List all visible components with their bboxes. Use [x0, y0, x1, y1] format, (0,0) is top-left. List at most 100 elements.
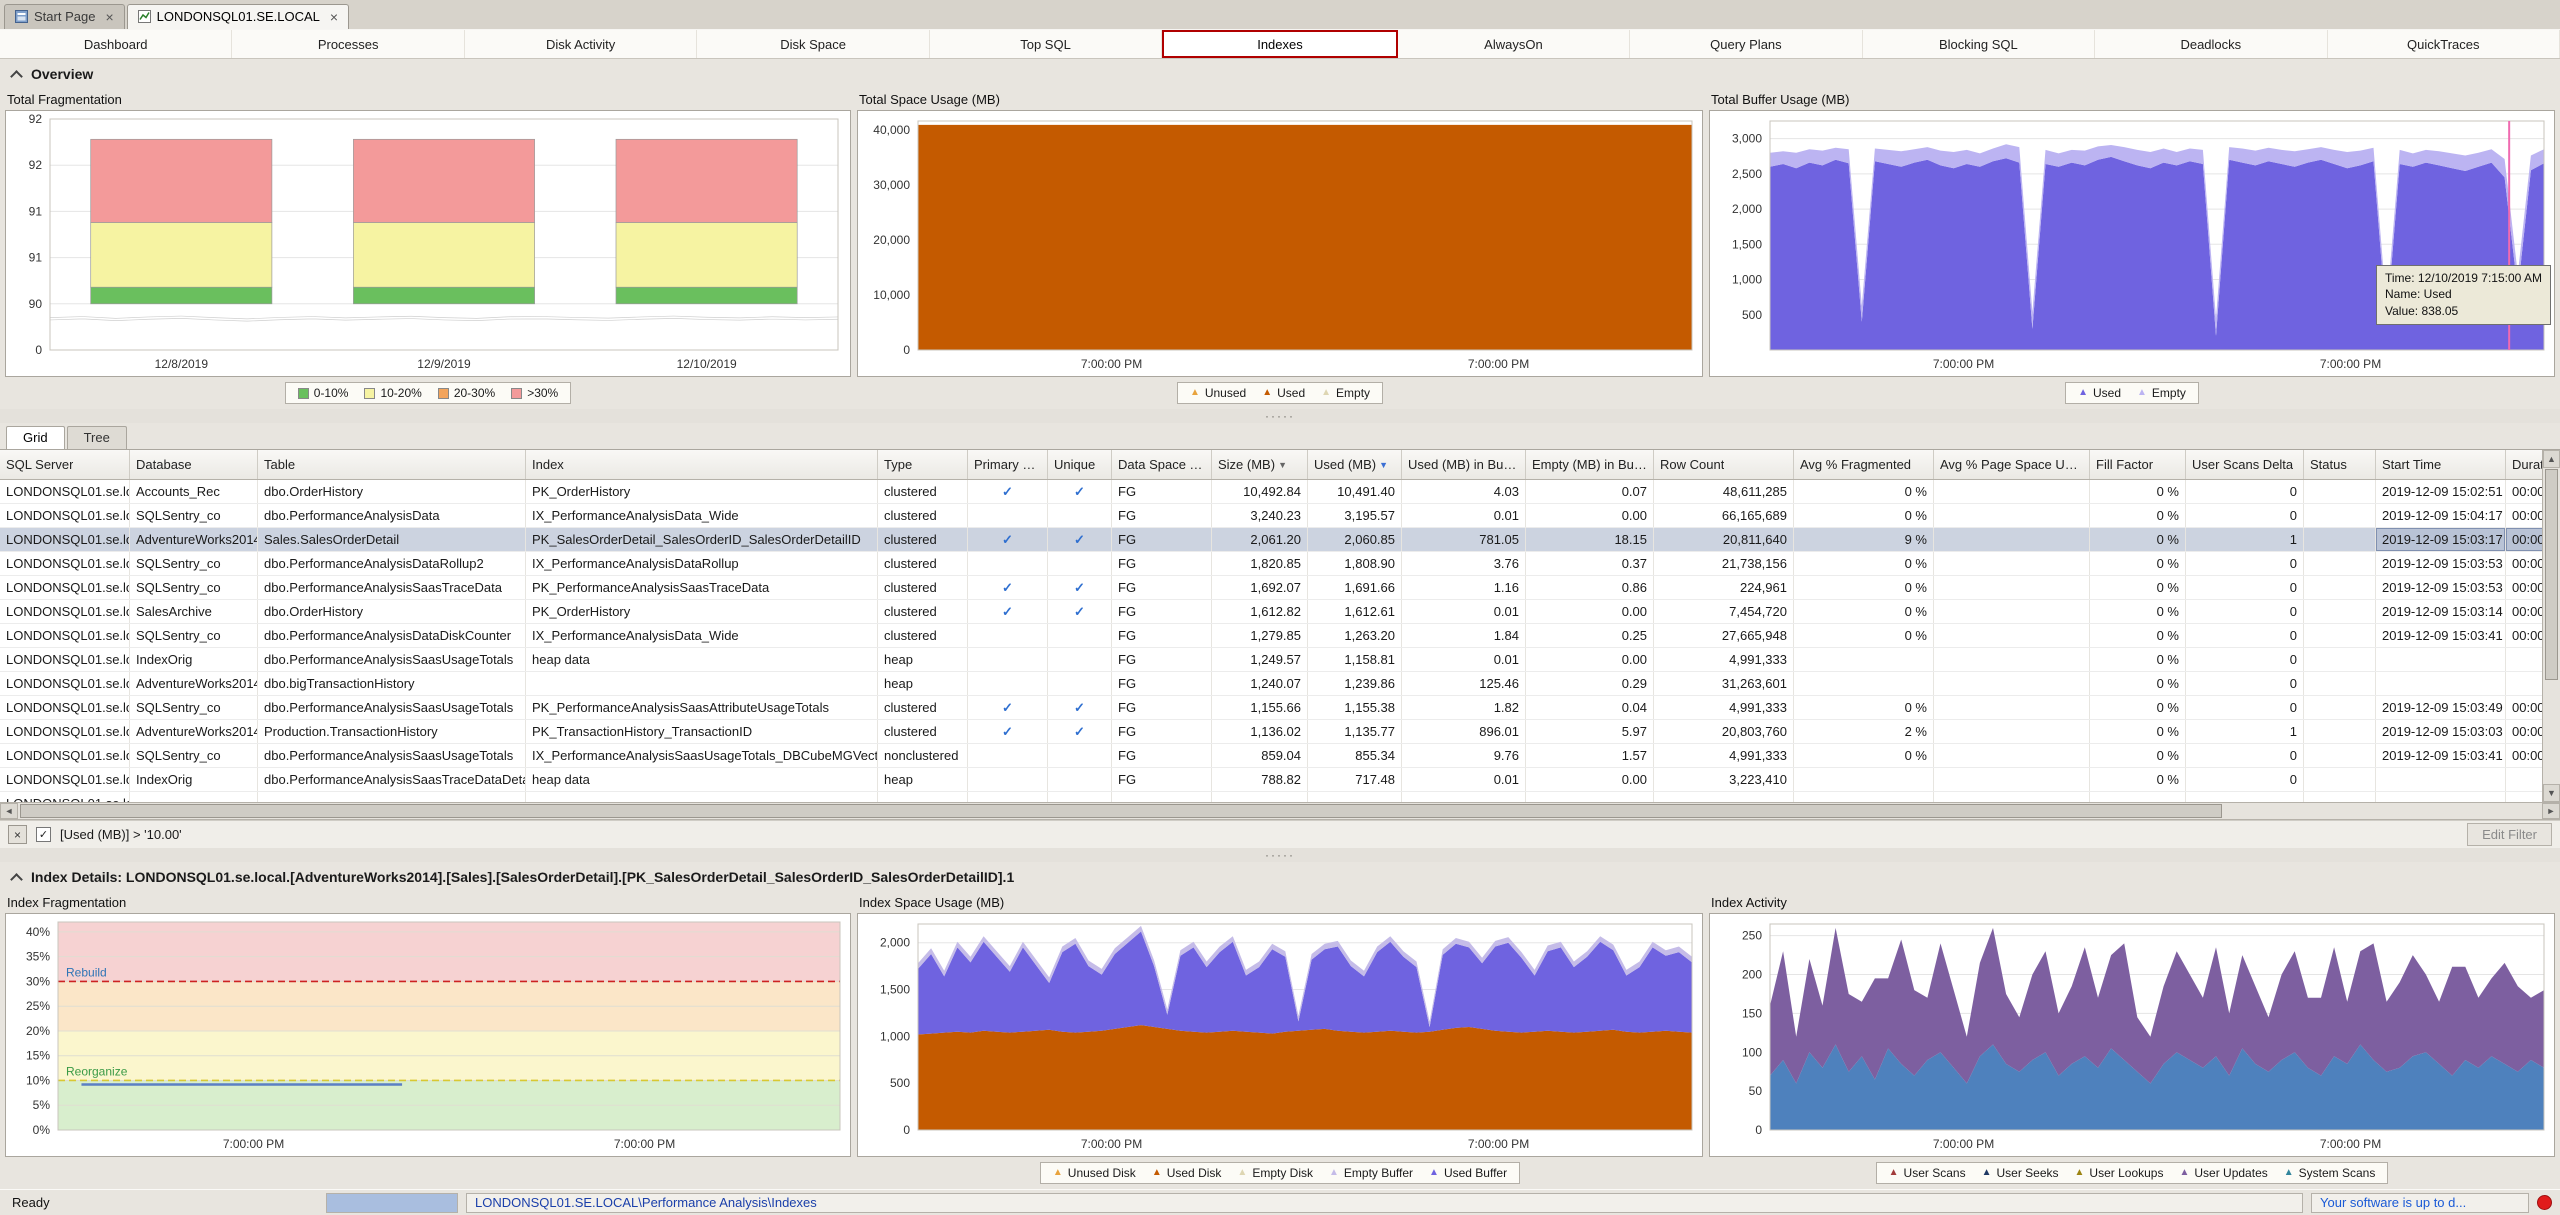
cell-database: AdventureWorks2014	[130, 720, 258, 743]
svg-text:1,000: 1,000	[1732, 273, 1762, 287]
col-header-unique[interactable]: Unique	[1048, 450, 1112, 479]
cell-table: dbo.bigTransactionHistory	[258, 672, 526, 695]
cell-index: IX_PerformanceAnalysisData_Wide	[526, 624, 878, 647]
col-header-start[interactable]: Start Time	[2376, 450, 2506, 479]
tab-close-icon[interactable]: ×	[330, 10, 338, 24]
vertical-scrollbar[interactable]: ▲ ▼	[2542, 450, 2560, 802]
table-row[interactable]: LONDONSQL01.se.localSQLSentry_codbo.Perf…	[0, 504, 2542, 528]
tab-grid[interactable]: Grid	[6, 426, 65, 449]
nav-item-deadlocks[interactable]: Deadlocks	[2095, 30, 2327, 58]
cell-scans: 0	[2186, 600, 2304, 623]
table-row[interactable]: LONDONSQL01.se.localAccounts_Recdbo.Orde…	[0, 480, 2542, 504]
doc-tab-start-page[interactable]: Start Page×	[4, 4, 125, 29]
splitter-handle[interactable]: ·····	[0, 409, 2560, 423]
index-space-chart[interactable]: 05001,0001,5002,0007:00:00 PM7:00:00 PM	[857, 913, 1703, 1157]
chart-legend: ▲Unused▲Used▲Empty	[857, 380, 1703, 406]
nav-item-processes[interactable]: Processes	[232, 30, 464, 58]
col-header-size[interactable]: Size (MB)▼	[1212, 450, 1308, 479]
col-header-dst[interactable]: Data Space Type	[1112, 450, 1212, 479]
tab-tree[interactable]: Tree	[67, 426, 127, 449]
table-row[interactable]: LONDONSQL01.se.localAdventureWorks2014Pr…	[0, 720, 2542, 744]
cell-status	[2304, 720, 2376, 743]
collapse-chevron-icon[interactable]	[10, 873, 23, 886]
col-header-avg_page[interactable]: Avg % Page Space Used	[1934, 450, 2090, 479]
col-header-pk[interactable]: Primary Key	[968, 450, 1048, 479]
col-header-empty_buf[interactable]: Empty (MB) in Buffer	[1526, 450, 1654, 479]
table-row[interactable]: LONDONSQL01.se.localSQLSentry_codbo.Perf…	[0, 552, 2542, 576]
table-row[interactable]: LONDONSQL01.se.localSQLSentry_codbo.Perf…	[0, 696, 2542, 720]
svg-text:7:00:00 PM: 7:00:00 PM	[1933, 357, 1994, 371]
hscroll-thumb[interactable]	[20, 804, 2222, 818]
chart-title: Index Space Usage (MB)	[857, 894, 1703, 913]
col-header-row_count[interactable]: Row Count	[1654, 450, 1794, 479]
nav-item-top-sql[interactable]: Top SQL	[930, 30, 1162, 58]
col-header-duration[interactable]: Duration	[2506, 450, 2542, 479]
nav-item-alwayson[interactable]: AlwaysOn	[1398, 30, 1630, 58]
cell-unique: ✓	[1048, 720, 1112, 743]
table-row[interactable]: LONDONSQL01.se.localAdventureWorks2014db…	[0, 672, 2542, 696]
cell-start: 2019-12-09 15:02:51	[2376, 480, 2506, 503]
col-header-fill[interactable]: Fill Factor	[2090, 450, 2186, 479]
scroll-right-icon[interactable]: ►	[2542, 803, 2560, 819]
table-row[interactable]: LONDONSQL01.se.localSQLSentry_codbo.Perf…	[0, 624, 2542, 648]
edit-filter-button[interactable]: Edit Filter	[2467, 823, 2552, 846]
table-row[interactable]: LONDONSQL01.se.localSQLSentry_codbo.Perf…	[0, 744, 2542, 768]
scroll-down-icon[interactable]: ▼	[2543, 784, 2560, 802]
nav-item-query-plans[interactable]: Query Plans	[1630, 30, 1862, 58]
filter-checkbox[interactable]: ✓	[36, 827, 51, 842]
vscroll-thumb[interactable]	[2545, 469, 2558, 680]
total-buffer-chart[interactable]: 5001,0001,5002,0002,5003,0007:00:00 PM7:…	[1709, 110, 2555, 377]
doc-tab-server[interactable]: LONDONSQL01.SE.LOCAL×	[127, 4, 349, 29]
col-header-used[interactable]: Used (MB)▼	[1308, 450, 1402, 479]
alert-indicator-icon[interactable]	[2537, 1195, 2552, 1210]
cell-used_buf: 125.46	[1402, 672, 1526, 695]
cell-used_buf: 0.01	[1402, 768, 1526, 791]
table-row[interactable]: LONDONSQL01.se.localSalesArchivedbo.Orde…	[0, 600, 2542, 624]
scroll-left-icon[interactable]: ◄	[0, 803, 18, 819]
col-header-type[interactable]: Type	[878, 450, 968, 479]
svg-text:10,000: 10,000	[873, 288, 910, 302]
nav-item-disk-space[interactable]: Disk Space	[697, 30, 929, 58]
tab-close-icon[interactable]: ×	[105, 10, 113, 24]
col-header-server[interactable]: SQL Server	[0, 450, 130, 479]
cell-server: LONDONSQL01.se.local	[0, 792, 130, 802]
table-row[interactable]: LONDONSQL01.se.localIndexOrigdbo.Perform…	[0, 648, 2542, 672]
close-filter-icon[interactable]: ×	[8, 825, 27, 844]
collapse-chevron-icon[interactable]	[10, 70, 23, 83]
total-fragmentation-chart[interactable]: 0909191929212/8/201912/9/201912/10/2019	[5, 110, 851, 377]
nav-item-indexes[interactable]: Indexes	[1162, 30, 1397, 58]
table-row[interactable]: LONDONSQL01.se.localIndexOrigdbo.Perform…	[0, 768, 2542, 792]
cell-index: IX_PerformanceAnalysisSaasUsageTotals_DB…	[526, 744, 878, 767]
legend-item: ▲Used	[1262, 386, 1305, 400]
cell-avg_page	[1934, 624, 2090, 647]
table-row[interactable]: LONDONSQL01.se.local	[0, 792, 2542, 802]
chart-title: Total Buffer Usage (MB)	[1709, 91, 2555, 110]
scroll-up-icon[interactable]: ▲	[2543, 450, 2560, 468]
index-details-title: Index Details: LONDONSQL01.se.local.[Adv…	[31, 869, 1014, 885]
cell-unique: ✓	[1048, 480, 1112, 503]
horizontal-scrollbar[interactable]: ◄ ►	[0, 802, 2560, 820]
checkmark-icon: ✓	[1002, 724, 1013, 740]
nav-item-dashboard[interactable]: Dashboard	[0, 30, 232, 58]
col-header-used_buf[interactable]: Used (MB) in Buffer	[1402, 450, 1526, 479]
table-row[interactable]: LONDONSQL01.se.localAdventureWorks2014Sa…	[0, 528, 2542, 552]
col-header-scans[interactable]: User Scans Delta	[2186, 450, 2304, 479]
nav-item-disk-activity[interactable]: Disk Activity	[465, 30, 697, 58]
total-space-chart[interactable]: 010,00020,00030,00040,0007:00:00 PM7:00:…	[857, 110, 1703, 377]
nav-item-quicktraces[interactable]: QuickTraces	[2328, 30, 2560, 58]
col-header-avg_frag[interactable]: Avg % Fragmented	[1794, 450, 1934, 479]
col-header-index[interactable]: Index	[526, 450, 878, 479]
col-header-table[interactable]: Table	[258, 450, 526, 479]
col-header-status[interactable]: Status	[2304, 450, 2376, 479]
update-notice[interactable]: Your software is up to d...	[2311, 1193, 2529, 1213]
col-header-database[interactable]: Database	[130, 450, 258, 479]
cell-database: SQLSentry_co	[130, 744, 258, 767]
index-activity-chart[interactable]: 0501001502002507:00:00 PM7:00:00 PM	[1709, 913, 2555, 1157]
svg-text:0: 0	[1755, 1123, 1762, 1137]
filter-funnel-icon[interactable]: ▼	[1379, 460, 1388, 470]
svg-text:15%: 15%	[26, 1049, 50, 1063]
index-fragmentation-chart[interactable]: 0%5%10%15%20%25%30%35%40%RebuildReorgani…	[5, 913, 851, 1157]
nav-item-blocking-sql[interactable]: Blocking SQL	[1863, 30, 2095, 58]
splitter-handle[interactable]: ·····	[0, 848, 2560, 862]
table-row[interactable]: LONDONSQL01.se.localSQLSentry_codbo.Perf…	[0, 576, 2542, 600]
